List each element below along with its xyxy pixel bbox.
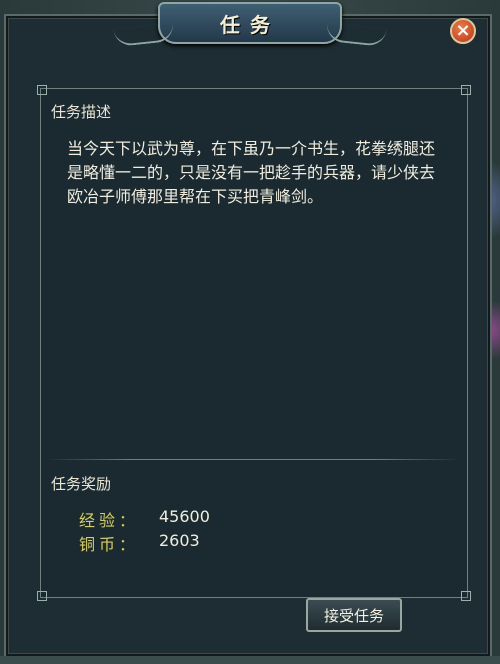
section-divider [47, 459, 461, 460]
window-title: 任务 [220, 12, 280, 37]
reward-row-experience: 经验： 45600 [79, 507, 210, 531]
close-button[interactable]: × [450, 18, 476, 44]
quest-description-text: 当今天下以武为尊，在下虽乃一介书生，花拳绣腿还是略懂一二的，只是没有一把趁手的兵… [67, 139, 436, 206]
quest-description-heading: 任务描述 [51, 103, 112, 121]
accept-quest-button[interactable]: 接受任务 [306, 598, 402, 632]
reward-label: 经验： [79, 511, 140, 530]
quest-panel: 任务描述 当今天下以武为尊，在下虽乃一介书生，花拳绣腿还是略懂一二的，只是没有一… [37, 85, 471, 601]
reward-value: 45600 [159, 507, 210, 526]
quest-window: 任务描述 当今天下以武为尊，在下虽乃一介书生，花拳绣腿还是略懂一二的，只是没有一… [4, 14, 492, 658]
panel-corner-ornament [37, 591, 47, 601]
close-icon: × [455, 20, 471, 41]
quest-reward-heading: 任务奖励 [51, 475, 112, 493]
panel-corner-ornament [461, 591, 471, 601]
panel-corner-ornament [37, 85, 47, 95]
reward-label: 铜币： [79, 535, 140, 554]
panel-corner-ornament [461, 85, 471, 95]
scene-bottom-strip [0, 656, 500, 664]
window-title-plate: 任务 [113, 2, 387, 48]
reward-value: 2603 [159, 531, 200, 550]
reward-row-copper: 铜币： 2603 [79, 531, 200, 555]
